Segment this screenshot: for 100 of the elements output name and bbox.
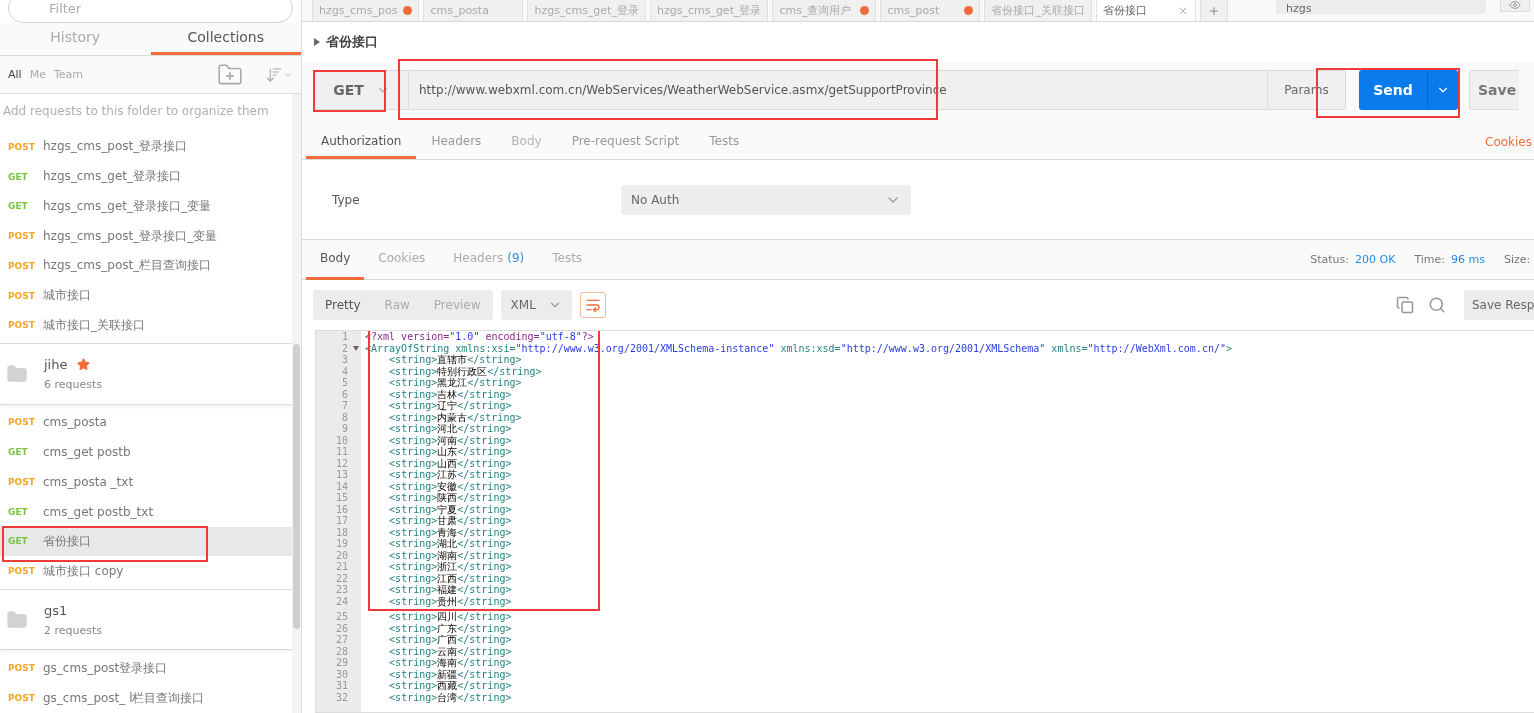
send-button[interactable]: Send [1359,70,1427,110]
cookies-link[interactable]: Cookies [1483,135,1534,159]
code-line: <string>新疆</string> [388,668,513,680]
request-item[interactable]: POST cms_posta [0,407,292,438]
collection-item[interactable]: jihe 6 requests [0,343,292,405]
method-label: GET [8,171,29,182]
eye-button[interactable] [1499,0,1530,12]
code-line: <string>甘肃</string> [388,515,513,527]
method-select[interactable]: GET [314,70,408,110]
auth-type-select[interactable]: No Auth [621,184,911,215]
method-label: POST [8,231,36,242]
code-line: <string>湖北</string> [388,538,513,550]
code-line: <string>黑龙江</string> [388,377,522,389]
collection-item[interactable]: gs1 2 requests [0,589,292,651]
line-number: 4 [340,365,349,377]
request-item[interactable]: POST gs_cms_post_ l栏目查询接口 [0,683,292,713]
fold-icon[interactable] [353,345,359,351]
request-section-tab[interactable]: Pre-request Script [556,134,695,159]
filter-field[interactable]: Filter [8,0,293,23]
request-count: 6 requests [44,377,103,391]
eye-icon [1508,0,1521,11]
unsaved-dot [403,6,413,15]
scrollbar-thumb[interactable] [293,344,300,629]
copy-icon[interactable] [1396,296,1414,314]
time-label: Time: [1414,253,1446,266]
new-tab-button[interactable] [1199,0,1228,21]
request-name: hzgs_cms_post_登录接口_变量 [43,227,218,245]
request-name: 城市接口 [43,287,91,305]
line-number: 24 [334,595,349,607]
request-name: cms_posta _txt [43,474,134,489]
request-item[interactable]: POST gs_cms_post登录接口 [0,653,292,684]
request-item[interactable]: POST hzgs_cms_post_登录接口_变量 [0,221,292,251]
star-icon[interactable] [77,357,91,371]
response-tab[interactable]: Headers (9) [439,239,539,280]
sort-icon[interactable] [265,65,293,84]
code-line: <string>安徽</string> [388,480,513,492]
code-line: <string>宁夏</string> [388,503,513,515]
code-line: <string>贵州</string> [388,595,513,607]
line-number: 22 [334,572,349,584]
response-tab[interactable]: Body [306,239,365,280]
request-item[interactable]: POST 城市接口 [0,280,292,311]
method-label: POST [8,476,36,487]
unsaved-dot [860,6,870,15]
size-label: Size: [1504,253,1532,266]
request-item[interactable]: GET cms_get postb [0,437,292,468]
wrap-lines-button[interactable] [579,292,606,318]
code-line: <string>内蒙古</string> [388,411,523,423]
request-item[interactable]: GET hzgs_cms_get_登录接口 [0,161,292,192]
request-item[interactable]: POST hzgs_cms_post_栏目查询接口 [0,250,292,281]
save-button[interactable]: Save [1469,70,1519,110]
method-label: POST [8,417,36,428]
empty-folder-hint: Add requests to this folder to organize them [2,103,270,120]
collection-name: gs1 [44,602,68,618]
line-number: 26 [334,622,349,634]
line-number: 3 [340,354,349,366]
line-number: 5 [340,377,349,389]
line-number: 12 [334,457,349,469]
line-number: 2 [316,342,361,354]
code-line: <string>江苏</string> [388,469,513,481]
request-name: gs_cms_post登录接口 [43,659,168,677]
request-item[interactable]: GET cms_get postb_txt [0,496,292,527]
line-number: 31 [334,680,349,692]
method-label: GET [8,506,29,517]
line-number: 7 [340,400,349,412]
request-item[interactable]: GET hzgs_cms_get_登录接口_变量 [0,191,292,222]
line-number: 27 [334,634,349,646]
request-name: cms_get postb [43,445,131,460]
line-number: 18 [334,526,349,538]
line-number: 29 [334,657,349,669]
method-label: GET [8,201,29,212]
folder-icon [6,608,28,631]
request-section-tab[interactable]: Authorization [306,134,417,159]
send-options-button[interactable] [1427,70,1458,110]
request-item[interactable]: POST hzgs_cms_post_登录接口 [0,132,292,162]
code-line: <string>青海</string> [388,526,513,538]
line-number: 30 [334,668,349,680]
request-tab[interactable]: 省份接口 [1095,0,1196,21]
code-line: <string>广西</string> [388,634,513,646]
format-select[interactable]: XML [500,290,572,320]
code-line: <string>云南</string> [388,645,513,657]
request-section-tab[interactable]: Headers [416,134,497,159]
request-item[interactable]: POST 城市接口_关联接口 [0,310,292,341]
environment-select[interactable]: hzgs [1275,0,1486,14]
request-item[interactable]: POST 城市接口 copy [0,556,292,586]
line-number: 17 [334,515,349,527]
search-icon[interactable] [1428,296,1446,314]
line-number: 13 [334,469,349,481]
save-response-button[interactable]: Save Resp [1464,290,1534,320]
line-number: 16 [334,503,349,515]
request-item[interactable]: POST cms_posta _txt [0,467,292,497]
status-value: 200 OK [1355,253,1396,266]
expand-icon[interactable] [314,38,320,46]
method-label: POST [8,290,36,301]
code-line: <string>西藏</string> [388,680,513,692]
code-line: <string>浙江</string> [388,561,513,573]
plus-icon [1207,4,1220,17]
request-section-tab[interactable]: Tests [694,134,755,159]
owner-filter[interactable]: All [8,68,22,81]
request-name: hzgs_cms_post_登录接口 [43,138,188,156]
view-mode-button[interactable]: Pretty [313,290,373,320]
